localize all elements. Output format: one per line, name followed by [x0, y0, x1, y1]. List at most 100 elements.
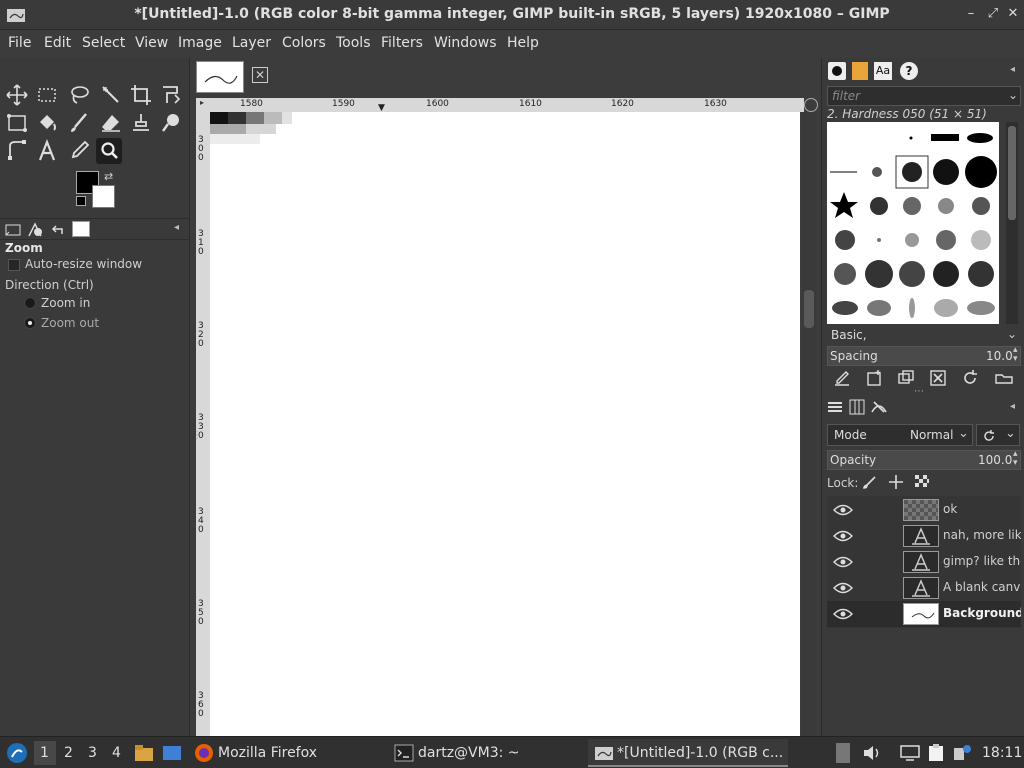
zoom-out-radio[interactable]	[24, 317, 36, 329]
help-tab-icon[interactable]: ?	[900, 62, 918, 80]
configure-tab-icon[interactable]: ◂	[174, 222, 179, 233]
warp-transform-tool-icon[interactable]	[4, 110, 30, 136]
edit-brush-icon[interactable]	[832, 368, 852, 388]
terminal-icon[interactable]	[394, 744, 414, 762]
close-button[interactable]: ✕	[1004, 5, 1022, 23]
device-status-tab-icon[interactable]	[26, 221, 44, 239]
mode-reset-icon[interactable]	[981, 428, 997, 444]
eraser-tool-icon[interactable]	[98, 110, 124, 136]
close-image-tab-icon[interactable]: ✕	[252, 67, 268, 83]
duplicate-brush-icon[interactable]	[896, 368, 916, 388]
text-tool-icon[interactable]	[34, 138, 60, 164]
dock-handle-icon[interactable]: ⋯	[914, 386, 924, 397]
volume-icon[interactable]	[862, 744, 882, 762]
color-picker-tool-icon[interactable]	[66, 138, 92, 164]
desktop-icon[interactable]	[162, 744, 182, 762]
clone-tool-icon[interactable]	[128, 110, 154, 136]
tool-options-tab-icon[interactable]	[4, 221, 22, 239]
paths-tab-icon[interactable]	[870, 398, 888, 416]
firefox-icon[interactable]	[194, 743, 214, 763]
fuzzy-select-tool-icon[interactable]	[98, 82, 124, 108]
menu-tools[interactable]: Tools	[336, 35, 371, 51]
scrollbar-thumb[interactable]	[1008, 126, 1016, 220]
menu-help[interactable]: Help	[507, 35, 539, 51]
refresh-brushes-icon[interactable]	[960, 368, 980, 388]
workspace-2-button[interactable]: 2	[64, 745, 73, 761]
taskbar-gimp[interactable]: *[Untitled]-1.0 (RGB c...	[617, 745, 783, 761]
default-colors-icon[interactable]	[76, 196, 86, 206]
image-tab-thumbnail[interactable]	[196, 61, 244, 93]
spacing-slider[interactable]: Spacing 10.0 ▴ ▾	[827, 346, 1021, 366]
paintbrush-tool-icon[interactable]	[66, 110, 92, 136]
lock-position-icon[interactable]	[888, 474, 904, 490]
visibility-eye-icon[interactable]	[833, 607, 853, 621]
scrollbar-thumb[interactable]	[804, 290, 814, 328]
layer-row[interactable]: nah, more like	[827, 523, 1021, 549]
layer-row-selected[interactable]: Background	[827, 601, 1021, 627]
lock-alpha-icon[interactable]	[914, 474, 930, 490]
dock-handle-icon[interactable]: ⋮	[192, 430, 202, 441]
network-icon[interactable]	[952, 744, 972, 762]
visibility-eye-icon[interactable]	[833, 555, 853, 569]
layers-tab-icon[interactable]	[826, 398, 844, 416]
chevron-down-icon[interactable]: ⌄	[1005, 426, 1016, 441]
layer-row[interactable]: gimp? like the	[827, 549, 1021, 575]
quick-mask-toggle-icon[interactable]: ▸	[196, 98, 208, 112]
fonts-tab-icon[interactable]: Aa	[874, 62, 892, 80]
workspace-3-button[interactable]: 3	[88, 745, 97, 761]
spin-arrows-icon[interactable]: ▴ ▾	[1013, 450, 1018, 468]
crop-tool-icon[interactable]	[128, 82, 154, 108]
menu-view[interactable]: View	[135, 35, 168, 51]
chevron-down-icon[interactable]: ⌄	[958, 426, 969, 441]
brush-tag-combo[interactable]: Basic, ⌄	[827, 326, 1021, 346]
move-tool-icon[interactable]	[4, 82, 30, 108]
menu-image[interactable]: Image	[178, 35, 222, 51]
transform-tool-icon[interactable]	[158, 82, 184, 108]
new-brush-icon[interactable]	[864, 368, 884, 388]
opacity-slider[interactable]: Opacity 100.0 ▴ ▾	[827, 450, 1021, 470]
channels-tab-icon[interactable]	[848, 398, 866, 416]
menu-filters[interactable]: Filters	[381, 35, 423, 51]
zoom-tool-icon[interactable]	[96, 138, 122, 164]
brushes-tab-icon[interactable]	[828, 62, 846, 80]
maximize-button[interactable]: ⤢	[984, 5, 1002, 23]
menu-file[interactable]: File	[8, 35, 31, 51]
menu-colors[interactable]: Colors	[282, 35, 326, 51]
spin-arrows-icon[interactable]: ▴ ▾	[1013, 346, 1018, 364]
lasso-tool-icon[interactable]	[66, 82, 92, 108]
layer-mode-switch[interactable]: ⌄	[976, 424, 1020, 446]
menu-layer[interactable]: Layer	[232, 35, 271, 51]
swap-colors-icon[interactable]: ⇄	[104, 170, 113, 183]
open-brush-folder-icon[interactable]	[994, 368, 1014, 388]
undo-history-tab-icon[interactable]	[48, 221, 66, 239]
rect-select-tool-icon[interactable]	[34, 82, 60, 108]
menu-select[interactable]: Select	[82, 35, 125, 51]
lock-pixels-icon[interactable]	[862, 474, 878, 490]
visibility-eye-icon[interactable]	[833, 529, 853, 543]
brush-filter-input[interactable]: filter ⌄	[827, 86, 1021, 106]
layer-mode-select[interactable]: Mode Normal ⌄	[827, 424, 973, 446]
patterns-tab-icon[interactable]	[852, 62, 868, 80]
configure-tab-icon[interactable]: ◂	[1010, 64, 1015, 75]
bucket-fill-tool-icon[interactable]	[34, 110, 60, 136]
brush-scrollbar[interactable]	[1006, 122, 1018, 324]
file-manager-icon[interactable]	[134, 744, 154, 762]
vertical-scrollbar[interactable]	[802, 112, 816, 736]
workspace-4-button[interactable]: 4	[112, 745, 121, 761]
tray-up-arrow-icon[interactable]	[836, 743, 850, 763]
menu-edit[interactable]: Edit	[44, 35, 71, 51]
start-menu-icon[interactable]	[6, 742, 28, 764]
delete-brush-icon[interactable]	[928, 368, 948, 388]
zoom-in-radio[interactable]	[24, 297, 36, 309]
clipboard-icon[interactable]	[926, 744, 946, 762]
layer-row[interactable]: ok	[827, 497, 1021, 523]
taskbar-terminal[interactable]: dartz@VM3: ~	[418, 745, 520, 761]
background-color-swatch[interactable]	[92, 185, 115, 208]
display-icon[interactable]	[900, 744, 920, 762]
menu-windows[interactable]: Windows	[434, 35, 497, 51]
visibility-eye-icon[interactable]	[833, 581, 853, 595]
configure-tab-icon[interactable]: ◂	[1010, 401, 1015, 412]
images-tab-icon[interactable]	[72, 221, 90, 237]
image-canvas[interactable]	[210, 112, 800, 736]
navigate-icon[interactable]	[804, 98, 818, 112]
